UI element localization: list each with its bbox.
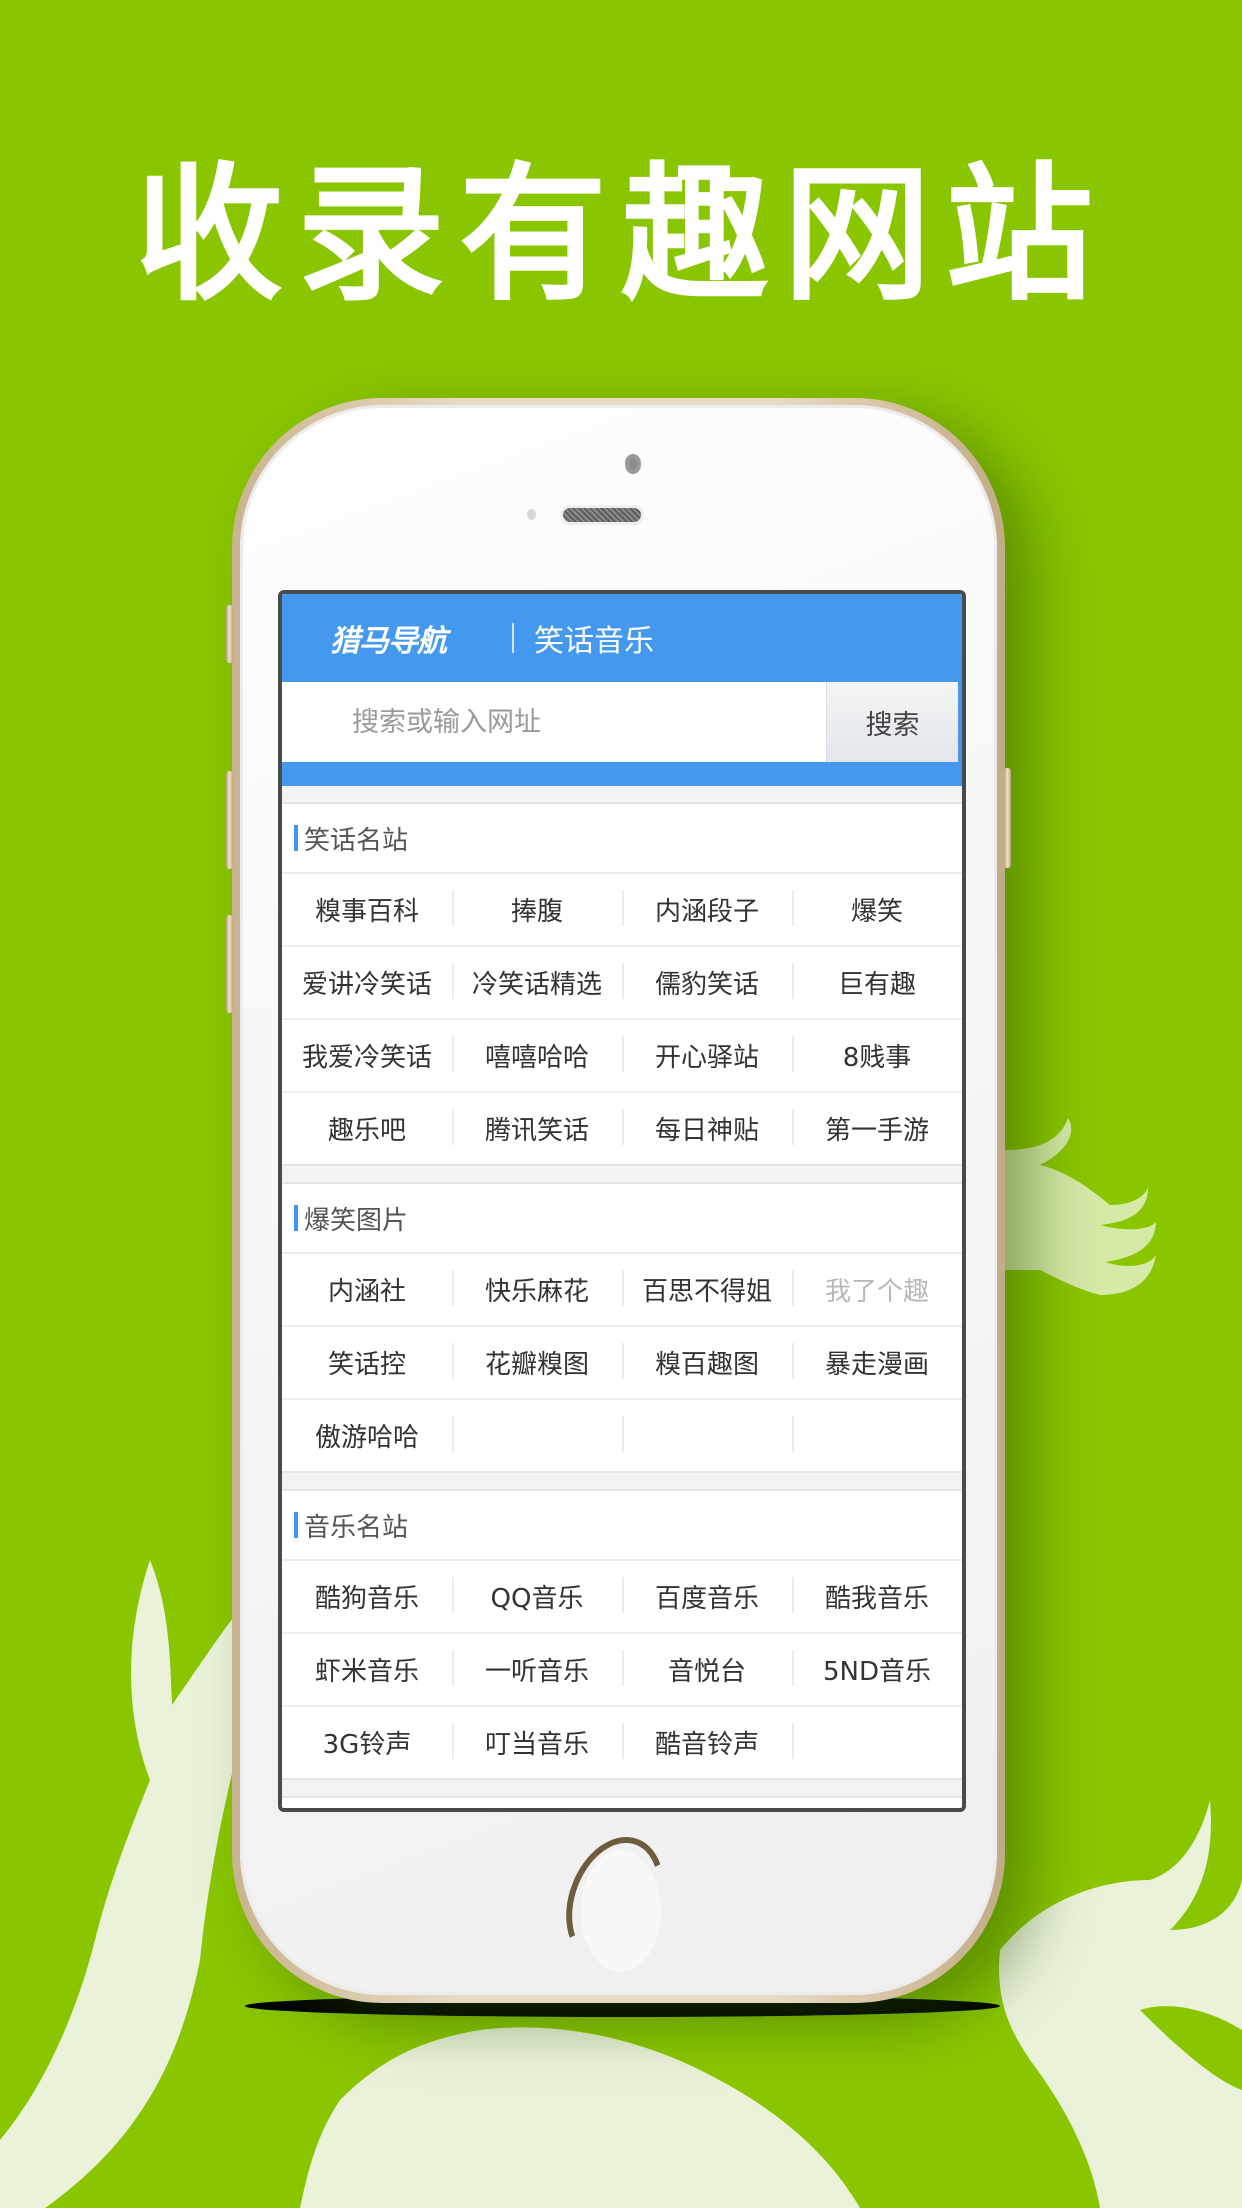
site-link[interactable]: 趣乐吧: [282, 1093, 452, 1164]
site-link[interactable]: 音悦台: [622, 1634, 792, 1705]
site-link[interactable]: 我了个趣: [792, 1254, 962, 1325]
site-link[interactable]: 腾讯笑话: [452, 1093, 622, 1164]
site-link[interactable]: 酷我音乐: [792, 1561, 962, 1632]
site-link[interactable]: 我爱冷笑话: [282, 1020, 452, 1091]
search-bar: 搜索: [282, 682, 962, 762]
phone-volume-down-button: [226, 915, 233, 1013]
link-row: 3G铃声 叮当音乐 酷音铃声: [282, 1707, 962, 1778]
link-row: 虾米音乐 一听音乐 音悦台 5ND音乐: [282, 1634, 962, 1707]
site-link[interactable]: QQ音乐: [452, 1561, 622, 1632]
site-link[interactable]: 叮当音乐: [452, 1707, 622, 1778]
section-accent-bar: [294, 825, 298, 851]
site-link[interactable]: 爆笑: [792, 874, 962, 945]
proximity-sensor: [527, 509, 536, 520]
section-accent-bar: [294, 1205, 298, 1231]
section-radio: 在线电台: [282, 1796, 962, 1808]
link-row: 爱讲冷笑话 冷笑话精选 儒豹笑话 巨有趣: [282, 947, 962, 1020]
site-link[interactable]: 糗事百科: [282, 874, 452, 945]
site-link[interactable]: 快乐麻花: [452, 1254, 622, 1325]
section-title-text: 爆笑图片: [304, 1205, 409, 1236]
phone-mute-switch: [226, 605, 233, 663]
site-link[interactable]: 冷笑话精选: [452, 947, 622, 1018]
site-link[interactable]: 开心驿站: [622, 1020, 792, 1091]
site-link[interactable]: 儒豹笑话: [622, 947, 792, 1018]
section-title: 爆笑图片: [282, 1184, 962, 1254]
section-jokes: 笑话名站 糗事百科 捧腹 内涵段子 爆笑 爱讲冷笑话 冷笑话精选 儒豹笑话 巨有…: [282, 802, 962, 1166]
site-link[interactable]: 酷音铃声: [622, 1707, 792, 1778]
section-funny-pictures: 爆笑图片 内涵社 快乐麻花 百思不得姐 我了个趣 笑话控 花瓣糗图 糗百趣图 暴…: [282, 1182, 962, 1473]
site-link[interactable]: 每日神贴: [622, 1093, 792, 1164]
promo-headline: 收录有趣网站: [135, 149, 1107, 321]
site-link[interactable]: 笑话控: [282, 1327, 452, 1398]
section-title: 笑话名站: [282, 804, 962, 874]
site-link[interactable]: 嘻嘻哈哈: [452, 1020, 622, 1091]
site-link[interactable]: 酷狗音乐: [282, 1561, 452, 1632]
site-link[interactable]: 3G铃声: [282, 1707, 452, 1778]
empty-cell: [792, 1707, 962, 1778]
page-title: 笑话音乐: [534, 624, 654, 659]
app-header: 猎马导航 笑话音乐: [282, 594, 962, 682]
link-row: 笑话控 花瓣糗图 糗百趣图 暴走漫画: [282, 1327, 962, 1400]
search-input[interactable]: [282, 682, 826, 762]
app-screen: 猎马导航 笑话音乐 搜索 笑话名站 糗事百科 捧腹 内涵段子 爆笑 爱讲冷笑话 …: [278, 590, 966, 1812]
link-row: 内涵社 快乐麻花 百思不得姐 我了个趣: [282, 1254, 962, 1327]
site-link[interactable]: 糗百趣图: [622, 1327, 792, 1398]
link-row: 我爱冷笑话 嘻嘻哈哈 开心驿站 8贱事: [282, 1020, 962, 1093]
site-link[interactable]: 百度音乐: [622, 1561, 792, 1632]
section-accent-bar: [294, 1512, 298, 1538]
empty-cell: [622, 1400, 792, 1471]
phone-power-button: [1004, 768, 1011, 868]
search-button[interactable]: 搜索: [826, 682, 958, 762]
site-link[interactable]: 内涵社: [282, 1254, 452, 1325]
section-music: 音乐名站 酷狗音乐 QQ音乐 百度音乐 酷我音乐 虾米音乐 一听音乐 音悦台 5…: [282, 1489, 962, 1780]
link-row: 酷狗音乐 QQ音乐 百度音乐 酷我音乐: [282, 1561, 962, 1634]
link-row: 趣乐吧 腾讯笑话 每日神贴 第一手游: [282, 1093, 962, 1164]
section-title-text: 音乐名站: [304, 1512, 409, 1543]
site-link[interactable]: 8贱事: [792, 1020, 962, 1091]
site-link[interactable]: 5ND音乐: [792, 1634, 962, 1705]
earpiece-speaker: [563, 508, 641, 522]
site-link[interactable]: 巨有趣: [792, 947, 962, 1018]
site-link[interactable]: 第一手游: [792, 1093, 962, 1164]
phone-volume-up-button: [226, 771, 233, 869]
section-title: 音乐名站: [282, 1491, 962, 1561]
front-camera-icon: [625, 454, 641, 474]
link-row: 糗事百科 捧腹 内涵段子 爆笑: [282, 874, 962, 947]
empty-cell: [792, 1400, 962, 1471]
site-link[interactable]: 虾米音乐: [282, 1634, 452, 1705]
header-divider: [512, 623, 514, 653]
site-link[interactable]: 百思不得姐: [622, 1254, 792, 1325]
site-link[interactable]: 内涵段子: [622, 874, 792, 945]
site-link[interactable]: 一听音乐: [452, 1634, 622, 1705]
site-link[interactable]: 傲游哈哈: [282, 1400, 452, 1471]
empty-cell: [452, 1400, 622, 1471]
header-bottom-strip: [282, 762, 962, 786]
site-link[interactable]: 暴走漫画: [792, 1327, 962, 1398]
site-link[interactable]: 花瓣糗图: [452, 1327, 622, 1398]
site-link[interactable]: 捧腹: [452, 874, 622, 945]
link-row: 傲游哈哈: [282, 1400, 962, 1471]
brand-logo[interactable]: 猎马导航: [330, 616, 512, 660]
section-title-text: 笑话名站: [304, 825, 409, 856]
site-link[interactable]: 爱讲冷笑话: [282, 947, 452, 1018]
